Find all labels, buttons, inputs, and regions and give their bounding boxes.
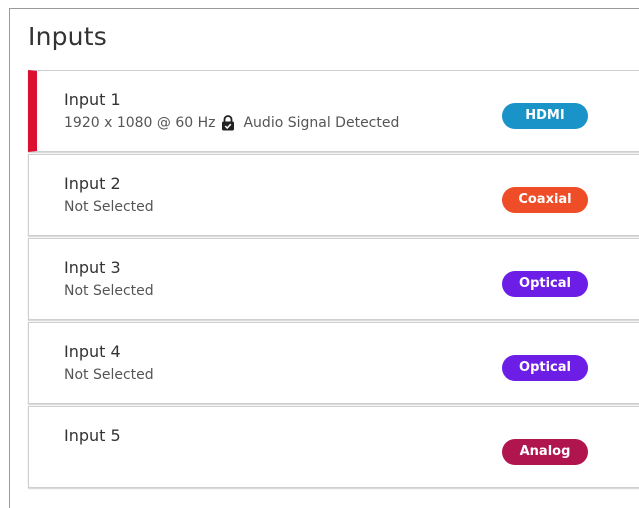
input-name: Input 3 xyxy=(64,258,121,277)
lock-check-icon xyxy=(221,115,235,131)
input-name: Input 2 xyxy=(64,174,121,193)
input-status: Not Selected xyxy=(64,199,154,215)
input-name: Input 1 xyxy=(64,90,121,109)
input-row-3[interactable]: Input 3 Not Selected Optical xyxy=(28,238,639,320)
inputs-list: Input 1 1920 x 1080 @ 60 Hz Audio Signal… xyxy=(28,70,639,490)
resolution-text: 1920 x 1080 @ 60 Hz xyxy=(64,115,216,131)
input-type-badge: HDMI xyxy=(502,103,588,129)
input-type-badge: Optical xyxy=(502,355,588,381)
input-row-4[interactable]: Input 4 Not Selected Optical xyxy=(28,322,639,404)
input-row-5[interactable]: Input 5 Analog xyxy=(28,406,639,488)
input-row-1[interactable]: Input 1 1920 x 1080 @ 60 Hz Audio Signal… xyxy=(28,70,639,152)
panel-title: Inputs xyxy=(28,22,107,51)
input-type-badge: Coaxial xyxy=(502,187,588,213)
audio-status-text: Audio Signal Detected xyxy=(243,115,400,131)
input-row-2[interactable]: Input 2 Not Selected Coaxial xyxy=(28,154,639,236)
input-status: Not Selected xyxy=(64,367,154,383)
input-name: Input 4 xyxy=(64,342,121,361)
input-status: 1920 x 1080 @ 60 Hz Audio Signal Detecte… xyxy=(64,115,399,131)
input-status: Not Selected xyxy=(64,283,154,299)
inputs-panel: Inputs Input 1 1920 x 1080 @ 60 Hz Audio… xyxy=(9,8,639,508)
input-type-badge: Optical xyxy=(502,271,588,297)
input-name: Input 5 xyxy=(64,426,121,445)
input-type-badge: Analog xyxy=(502,439,588,465)
